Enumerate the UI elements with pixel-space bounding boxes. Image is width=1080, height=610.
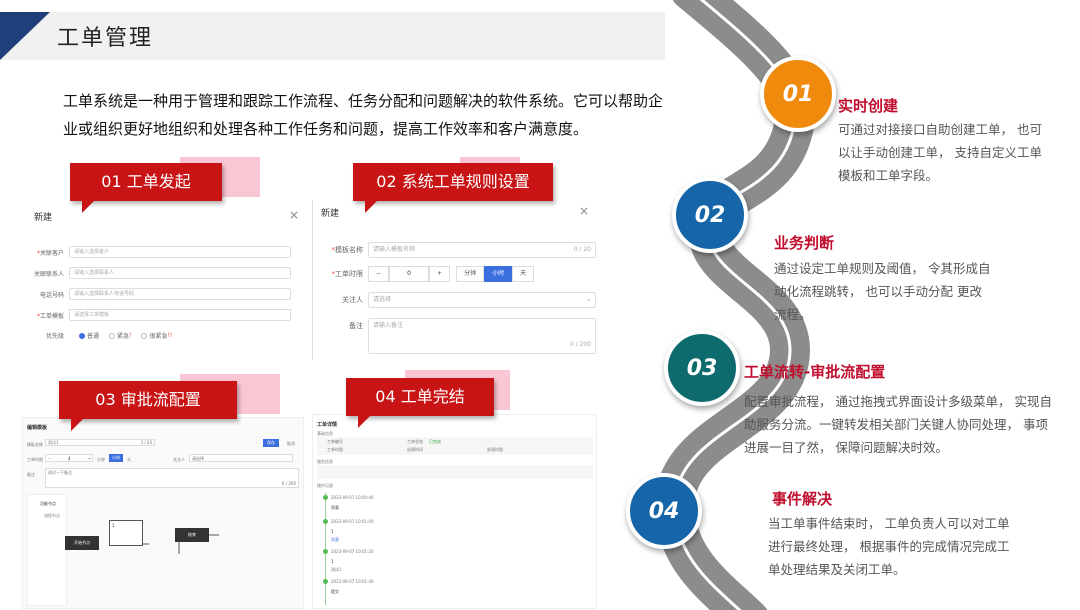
cancel-button[interactable]: 取消 (287, 441, 295, 447)
radio-icon[interactable] (109, 332, 116, 339)
watcher-select[interactable]: 请选择 (189, 454, 293, 462)
ticket-rule-panel: 新建 × *模板名称 请输入模板名称 0 / 20 *工单时限 − 0 + 分钟… (312, 200, 596, 360)
step-desc-04: 当工单事件结束时， 工单负责人可以对工单 进行最终处理， 根据事件的完成情况完成… (768, 516, 1010, 577)
stepper-value[interactable]: 0 (389, 266, 430, 282)
note-textarea[interactable]: 请输入备注 0 / 200 (368, 318, 596, 354)
step-title-02: 业务判断 (774, 234, 835, 252)
step-desc-03: 配置审批流程， 通过拖拽式界面设计多级菜单， 实现自 助服务分流。一键转发相关部… (744, 394, 1052, 455)
step-circle-04: 04 (626, 473, 702, 549)
note-row: 备注 请输入备注 0 / 200 (313, 318, 596, 354)
template-name-input[interactable]: 请输入模板名称 0 / 20 (368, 242, 596, 258)
timeline-dot (323, 519, 328, 524)
watcher-select[interactable]: 请选择 ⌄ (368, 292, 596, 308)
priority-row: 优先级 普通 紧急! 很紧急!! (45, 332, 173, 340)
step-circle-01: 01 (760, 56, 836, 132)
template-name-row: *模板名称 请输入模板名称 0 / 20 (313, 242, 596, 258)
slide: 工单管理 工单系统是一种用于管理和跟踪工作流程、任务分配和问题解决的软件系统。它… (0, 0, 1080, 610)
step-circle-02: 02 (672, 177, 748, 253)
approval-flow-panel: 编辑模板 模板名称 测试1 3 / 20 保存 取消 工单时限 − 4 + 分钟… (22, 417, 304, 609)
close-icon[interactable]: × (579, 204, 589, 218)
approval-node[interactable]: 1 (109, 520, 143, 546)
step-circle-03: 03 (664, 330, 740, 406)
time-limit-row: *工单时限 − 0 + 分钟 小时 天 (313, 266, 535, 282)
radio-icon[interactable] (141, 332, 148, 339)
save-button[interactable]: 保存 (263, 439, 279, 447)
callout-ticket-initiate: 01 工单发起 (70, 163, 222, 213)
unit-day-button[interactable]: 天 (512, 266, 535, 282)
callout-approval-flow: 03 审批流配置 (59, 381, 237, 431)
flow-canvas[interactable] (69, 494, 301, 606)
step-desc-02: 通过设定工单规则及阈值， 令其形成自 动化流程跳转， 也可以手动分配 更改 流程… (774, 261, 991, 322)
stepper-minus-button[interactable]: − (368, 266, 390, 282)
contact-select[interactable]: 请输入选择联系人 (69, 267, 291, 279)
intro-text: 工单系统是一种用于管理和跟踪工作流程、任务分配和问题解决的软件系统。它可以帮助企… (63, 92, 664, 138)
step-title-03: 工单流转-审批流配置 (744, 363, 886, 381)
page-title: 工单管理 (57, 26, 154, 51)
header-accent (0, 12, 50, 60)
template-row: *工单模板 请选择工单模板 (24, 309, 291, 321)
create-ticket-panel: 新建 × *关联客户 请输入选择客户 关联联系人 请输入选择联系人 电话号码 请… (24, 200, 306, 355)
step-desc-01: 可通过对接接口自助创建工单， 也可 以让手动创建工单， 支持自定义工单 模板和工… (838, 122, 1042, 183)
radio-icon[interactable] (79, 332, 85, 339)
service-info-block (317, 465, 593, 479)
template-name-input[interactable]: 测试1 3 / 20 (45, 439, 155, 446)
timeline-dot (323, 579, 328, 584)
stepper-plus-button[interactable]: + (429, 266, 451, 282)
panel-title: 编辑模板 (27, 425, 48, 431)
callout-ticket-complete: 04 工单完结 (346, 378, 494, 428)
contact-row: 关联联系人 请输入选择联系人 (24, 267, 291, 279)
callout-rule-settings: 02 系统工单规则设置 (353, 163, 553, 213)
template-select[interactable]: 请选择工单模板 (69, 309, 291, 321)
unit-hour-button[interactable]: 小时 (109, 454, 123, 462)
start-node[interactable]: 开始节点 (65, 536, 99, 550)
step-title-04: 事件解决 (772, 490, 833, 508)
panel-title: 新建 (321, 209, 340, 219)
close-icon[interactable]: × (289, 208, 299, 222)
node-palette: 功能节点 流程节点 (27, 494, 67, 606)
time-stepper[interactable]: − 4 + (45, 454, 93, 462)
timeline-dot (323, 549, 328, 554)
watcher-row: 关注人 请选择 ⌄ (313, 292, 596, 308)
phone-row: 电话号码 请输入选择联系人电话号码 (24, 288, 291, 300)
unit-day-button[interactable]: 天 (127, 457, 131, 463)
panel-title: 新建 (34, 213, 53, 223)
step-title-01: 实时创建 (838, 97, 899, 115)
unit-minute-button[interactable]: 分钟 (97, 457, 105, 463)
unit-minute-button[interactable]: 分钟 (456, 266, 485, 282)
phone-select[interactable]: 请输入选择联系人电话号码 (69, 288, 291, 300)
basic-info-block: 工单编号 工单状态 已完成 工单时限 创建时间 处理时限 (317, 437, 593, 455)
panel-title: 工单详情 (317, 422, 338, 428)
customer-input[interactable]: 请输入选择客户 (69, 246, 291, 258)
note-textarea[interactable]: 测试一下备注 6 / 200 (45, 468, 299, 488)
customer-row: *关联客户 请输入选择客户 (24, 246, 291, 258)
ticket-detail-panel: 工单详情 基础信息 工单编号 工单状态 已完成 工单时限 创建时间 处理时限 服… (312, 414, 597, 609)
end-node[interactable]: 结束 (175, 528, 209, 542)
timeline-dot (323, 495, 328, 500)
chevron-down-icon: ⌄ (585, 296, 591, 303)
unit-hour-button[interactable]: 小时 (484, 266, 513, 282)
